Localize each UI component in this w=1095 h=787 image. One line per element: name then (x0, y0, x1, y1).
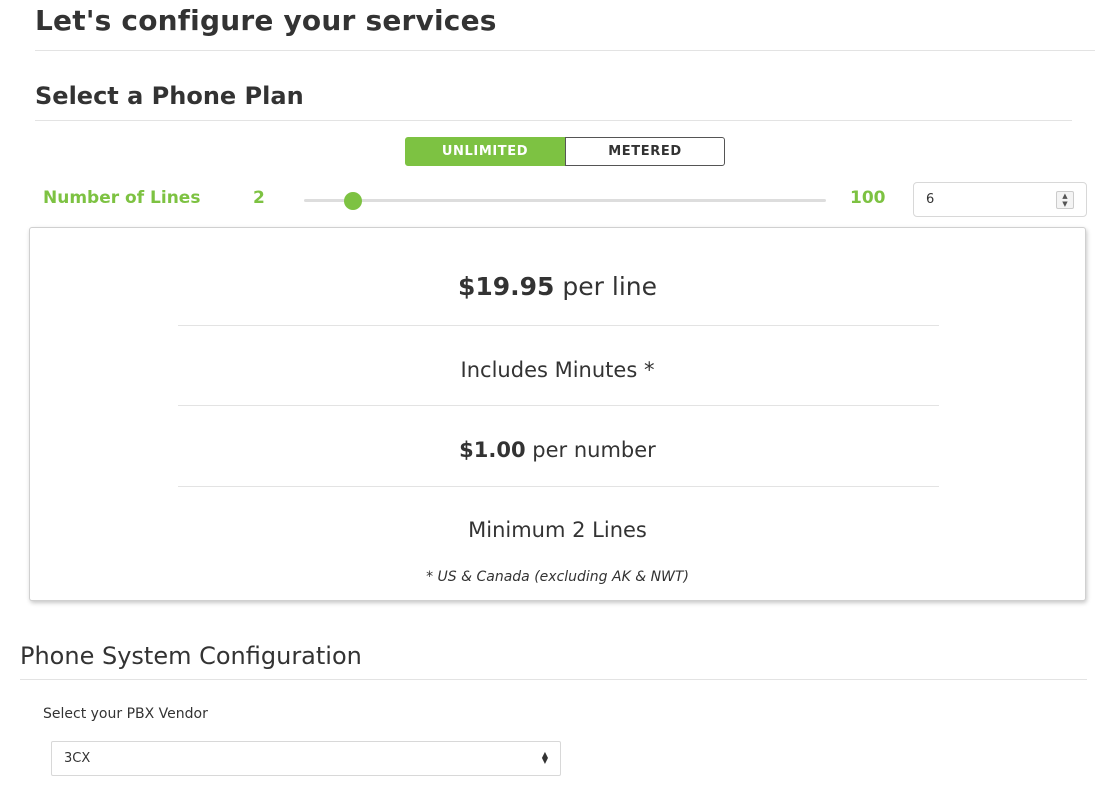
spinner-icon[interactable]: ▲ ▼ (1056, 191, 1074, 209)
number-amount: $1.00 (459, 438, 526, 462)
vendor-selected-value: 3CX (64, 751, 91, 766)
config-heading: Phone System Configuration (20, 642, 362, 670)
number-of-lines-label: Number of Lines (43, 188, 201, 208)
price-per-line: $19.95 per line (30, 272, 1085, 301)
includes-minutes: Includes Minutes * (460, 358, 655, 382)
price-per-number: $1.00 per number (30, 438, 1085, 462)
price-unit: per line (554, 272, 658, 301)
lines-number-input[interactable]: 6 ▲ ▼ (913, 182, 1087, 217)
config-divider (20, 679, 1087, 680)
title-divider (35, 50, 1095, 51)
lines-slider-thumb[interactable] (343, 192, 362, 210)
card-divider (178, 405, 939, 406)
plan-toggle-unlimited[interactable]: UNLIMITED (405, 137, 565, 166)
slider-min-label: 2 (253, 188, 265, 208)
minimum-lines: Minimum 2 Lines (468, 518, 647, 542)
vendor-select[interactable]: 3CX ▲ ▼ (51, 741, 561, 776)
plan-details-card: $19.95 per line Includes Minutes * $1.00… (29, 227, 1086, 601)
price-amount: $19.95 (457, 272, 555, 301)
footnote: * US & Canada (excluding AK & NWT) (426, 569, 689, 585)
number-unit: per number (525, 438, 656, 462)
lines-input-value: 6 (926, 192, 935, 207)
plan-divider (35, 120, 1072, 121)
plan-toggle-metered[interactable]: METERED (565, 137, 725, 166)
page-title: Let's configure your services (35, 4, 497, 37)
plan-heading: Select a Phone Plan (35, 82, 304, 110)
select-caret-icon: ▲ ▼ (541, 750, 548, 765)
card-divider (178, 486, 939, 487)
lines-slider-track[interactable] (304, 199, 826, 202)
page: Let's configure your services Select a P… (0, 0, 1095, 787)
vendor-label: Select your PBX Vendor (43, 706, 208, 722)
slider-max-label: 100 (850, 188, 886, 208)
card-divider (178, 325, 939, 326)
